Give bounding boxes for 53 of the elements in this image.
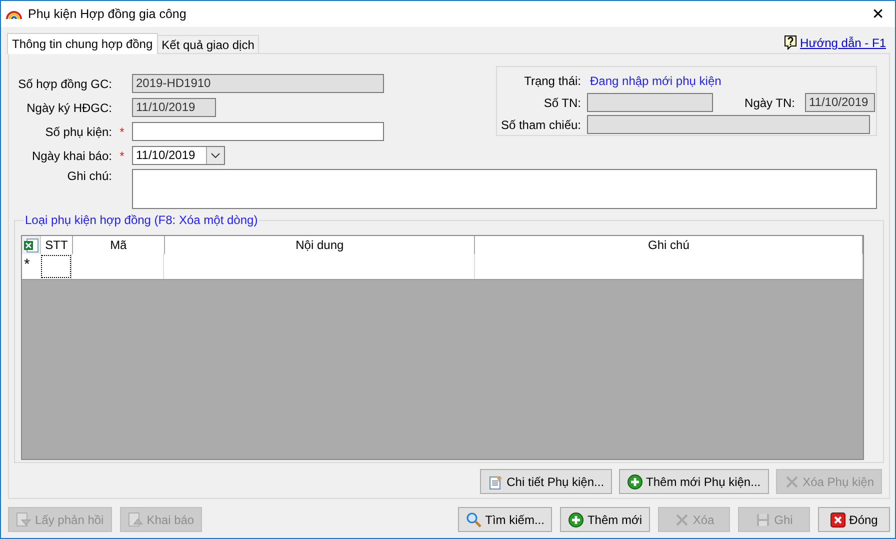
table-cell[interactable] xyxy=(164,254,475,279)
column-header[interactable]: STT xyxy=(40,236,73,254)
field-label: Số TN: xyxy=(542,96,581,110)
table-cell[interactable] xyxy=(475,254,863,279)
column-header[interactable]: Mã xyxy=(72,236,165,254)
new-row-marker: * xyxy=(22,254,40,279)
required-mark: * xyxy=(120,124,124,138)
excel-export-icon[interactable] xyxy=(22,236,41,254)
field-label: Ghi chú: xyxy=(66,169,112,183)
date-picker[interactable]: 11/10/2019 xyxy=(132,146,225,165)
field-label: Số phụ kiện: xyxy=(44,124,112,138)
table-cell[interactable] xyxy=(72,254,164,279)
status-value: Đang nhập mới phụ kiện xyxy=(590,74,722,88)
tab[interactable]: Thông tin chung hợp đồng xyxy=(7,33,158,54)
close-button[interactable]: ✕ xyxy=(861,1,895,27)
cross-icon xyxy=(784,474,800,490)
window-title: Phụ kiện Hợp đồng gia công xyxy=(28,7,188,21)
action-button[interactable]: Thêm mới xyxy=(560,507,650,532)
input-field: 11/10/2019 xyxy=(132,98,216,117)
input-field: 2019-HD1910 xyxy=(132,74,384,93)
field-label: Ngày TN: xyxy=(744,96,795,110)
required-mark: * xyxy=(120,148,124,162)
cross-icon xyxy=(674,512,690,528)
action-button[interactable]: Thêm mới Phụ kiện... xyxy=(619,469,769,494)
rainbow-icon xyxy=(6,9,22,19)
download-icon xyxy=(16,512,32,528)
dropdown-button[interactable] xyxy=(206,147,224,164)
action-button[interactable]: Đóng xyxy=(818,507,890,532)
column-header[interactable]: Ghi chú xyxy=(475,236,863,254)
field-label: Trạng thái: xyxy=(523,74,581,88)
column-header[interactable]: Nội dung xyxy=(164,236,476,254)
field-label: Ngày ký HĐGC: xyxy=(26,100,112,114)
close-icon xyxy=(830,512,846,528)
help-link[interactable]: Hướng dẫn - F1 xyxy=(800,36,886,50)
action-button[interactable]: Tìm kiếm... xyxy=(458,507,552,532)
field-label: Số hợp đồng GC: xyxy=(17,76,112,90)
tab[interactable]: Kết quả giao dịch xyxy=(156,35,260,53)
plus-icon xyxy=(568,512,584,528)
chevron-icon xyxy=(211,153,220,158)
field-label: Số tham chiếu: xyxy=(500,118,581,132)
note-field[interactable] xyxy=(132,169,877,209)
field-label: Ngày khai báo: xyxy=(30,148,112,162)
help-icon xyxy=(784,35,798,50)
floppy-icon xyxy=(755,512,772,528)
input-field: 11/10/2019 xyxy=(805,93,875,112)
document-icon xyxy=(488,474,504,490)
plus-icon xyxy=(627,474,644,490)
action-button[interactable]: Chi tiết Phụ kiện... xyxy=(480,469,612,494)
search-icon xyxy=(466,512,482,528)
group-title: Loại phụ kiện hợp đồng (F8: Xóa một dòng) xyxy=(24,213,259,227)
input-field[interactable] xyxy=(132,122,384,141)
upload-icon xyxy=(128,512,144,528)
table-cell[interactable] xyxy=(40,254,72,279)
